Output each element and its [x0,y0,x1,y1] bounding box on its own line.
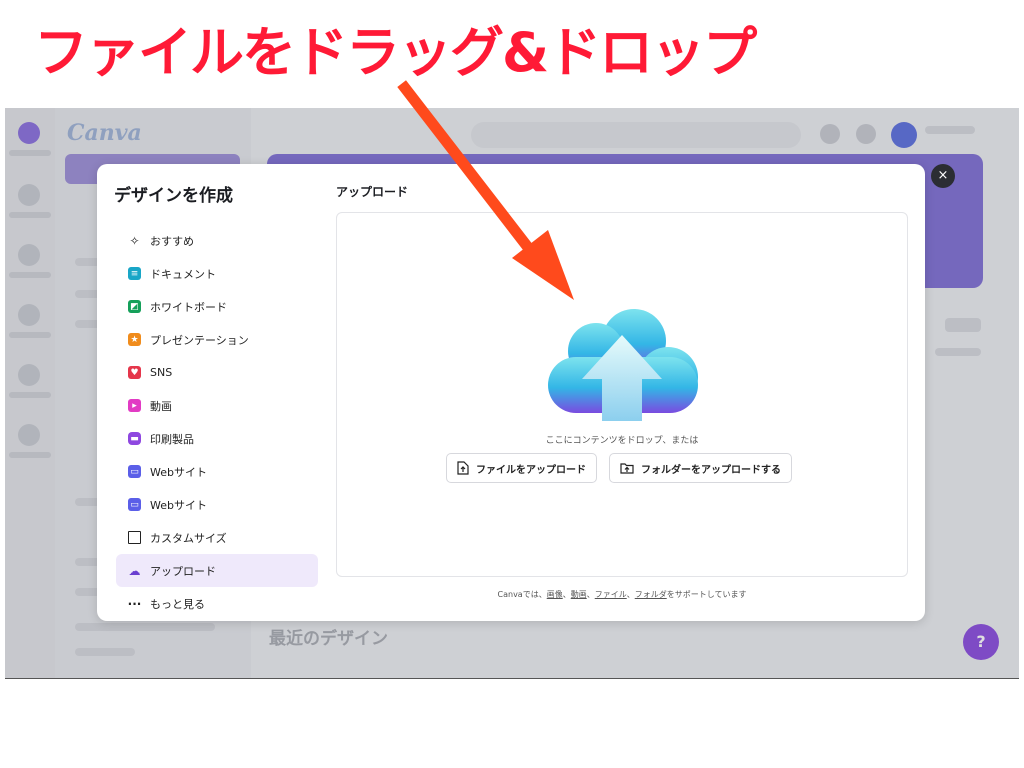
file-upload-icon [457,461,469,475]
folder-upload-icon [620,463,634,474]
website-icon: ▭ [128,498,141,511]
support-link-files[interactable]: ファイル [595,590,627,599]
video-icon: ▸ [128,399,141,412]
nav-item-label: SNS [150,366,173,379]
document-icon: ≡ [128,267,141,280]
support-prefix: Canvaでは、 [497,590,547,599]
custom-size-icon [128,531,141,544]
presentation-icon: ★ [128,333,141,346]
nav-item-label: ホワイトボード [150,300,227,314]
upload-file-label: ファイルをアップロード [476,464,586,476]
support-link-video[interactable]: 動画 [571,590,587,599]
nav-item-website-2[interactable]: ▭ Webサイト [116,488,318,521]
upload-cloud-icon: ☁ [128,563,141,578]
nav-item-website[interactable]: ▭ Webサイト [116,455,318,488]
heart-icon: ♥ [128,366,141,379]
nav-item-more[interactable]: ··· もっと見る [116,587,318,620]
nav-item-document[interactable]: ≡ ドキュメント [116,257,318,290]
separator: 、 [562,590,571,599]
nav-item-label: アップロード [150,564,216,578]
more-icon: ··· [127,596,142,611]
drop-instruction: ここにコンテンツをドロップ、または [545,436,699,446]
nav-item-label: カスタムサイズ [150,531,227,545]
separator: 、 [626,590,635,599]
nav-item-label: 動画 [150,399,172,413]
upload-folder-button[interactable]: フォルダーをアップロードする [609,453,792,483]
nav-item-video[interactable]: ▸ 動画 [116,389,318,422]
support-link-folders[interactable]: フォルダ [635,590,667,599]
upload-cloud-icon [548,309,698,421]
upload-file-button[interactable]: ファイルをアップロード [446,453,597,483]
nav-item-whiteboard[interactable]: ◩ ホワイトボード [116,290,318,323]
support-suffix: をサポートしています [666,590,747,599]
nav-item-sns[interactable]: ♥ SNS [116,356,318,389]
supported-formats-note: Canvaでは、画像、動画、ファイル、フォルダをサポートしています [336,589,908,600]
printer-icon: ▬ [128,432,141,445]
close-button[interactable]: × [931,164,955,188]
nav-item-presentation[interactable]: ★ プレゼンテーション [116,323,318,356]
category-nav: ✧ おすすめ ≡ ドキュメント ◩ ホワイトボード ★ プレゼンテーション ♥ … [116,224,318,620]
website-icon: ▭ [128,465,141,478]
nav-item-print[interactable]: ▬ 印刷製品 [116,422,318,455]
upload-heading: アップロード [336,185,409,199]
nav-item-label: ドキュメント [150,267,216,281]
nav-item-label: もっと見る [150,597,205,611]
modal-title: デザインを作成 [114,186,233,206]
whiteboard-icon: ◩ [128,300,141,313]
sparkle-icon: ✧ [129,233,140,248]
nav-item-label: おすすめ [150,234,194,248]
support-link-images[interactable]: 画像 [547,590,563,599]
nav-item-label: Webサイト [150,465,207,479]
nav-item-label: 印刷製品 [150,432,194,446]
nav-item-custom-size[interactable]: カスタムサイズ [116,521,318,554]
nav-item-recommended[interactable]: ✧ おすすめ [116,224,318,257]
page: ファイルをドラッグ&ドロップ Canva 最近のデザイン ? × デザインを作成… [0,0,1024,768]
nav-item-upload[interactable]: ☁ アップロード [116,554,318,587]
instruction-caption: ファイルをドラッグ&ドロップ [34,21,757,84]
upload-folder-label: フォルダーをアップロードする [641,464,781,476]
nav-item-label: プレゼンテーション [150,333,249,347]
nav-item-label: Webサイト [150,498,207,512]
separator: 、 [586,590,595,599]
